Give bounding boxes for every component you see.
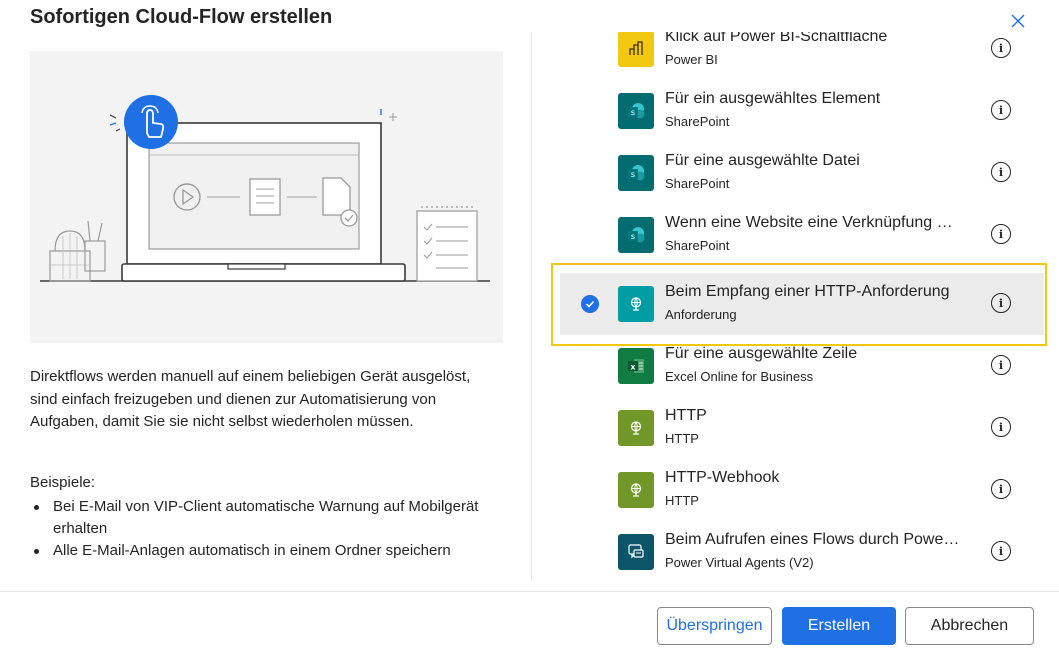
svg-text:x: x [630, 363, 636, 372]
trigger-name: HTTP [665, 407, 707, 424]
close-button[interactable] [1006, 9, 1030, 33]
trigger-name: Für eine ausgewählte Datei [665, 152, 860, 169]
selected-check-icon [581, 295, 599, 313]
trigger-name: Für ein ausgewähltes Element [665, 90, 881, 107]
trigger-item-website-link[interactable]: s Wenn eine Website eine Verknüpfung … S… [560, 204, 1044, 266]
svg-text:s: s [631, 170, 635, 179]
excel-icon: x [618, 348, 654, 384]
trigger-item-selected-row[interactable]: x Für eine ausgewählte Zeile Excel Onlin… [560, 335, 1044, 397]
laptop-illustration [40, 95, 490, 282]
info-icon[interactable]: i [991, 100, 1011, 120]
sharepoint-icon: s [618, 155, 654, 191]
info-icon[interactable]: i [991, 38, 1011, 58]
skip-button[interactable]: Überspringen [657, 607, 772, 645]
trigger-item-selected-file[interactable]: s Für eine ausgewählte Datei SharePoint … [560, 142, 1044, 204]
trigger-name: Beim Aufrufen eines Flows durch Powe… [665, 531, 960, 548]
power-bi-icon [618, 32, 654, 67]
info-icon[interactable]: i [991, 355, 1011, 375]
trigger-item-power-bi[interactable]: Klick auf Power BI-Schaltfläche Power BI… [560, 32, 1044, 80]
instant-flow-illustration [30, 51, 503, 343]
trigger-item-http-request[interactable]: Beim Empfang einer HTTP-Anforderung Anfo… [560, 273, 1044, 335]
sharepoint-icon: s [618, 93, 654, 129]
trigger-connector: Power BI [665, 52, 718, 67]
sharepoint-icon: s [618, 217, 654, 253]
info-icon[interactable]: i [991, 162, 1011, 182]
examples-list: Bei E-Mail von VIP-Client automatische W… [30, 496, 510, 562]
example-item: Bei E-Mail von VIP-Client automatische W… [30, 496, 510, 540]
trigger-item-power-virtual-agents[interactable]: Beim Aufrufen eines Flows durch Powe… Po… [560, 521, 1044, 580]
trigger-item-http-webhook[interactable]: HTTP-Webhook HTTP i [560, 459, 1044, 521]
trigger-connector: Anforderung [665, 307, 737, 322]
trigger-connector: SharePoint [665, 114, 730, 129]
trigger-connector: SharePoint [665, 238, 730, 253]
trigger-connector: SharePoint [665, 176, 730, 191]
trigger-name: HTTP-Webhook [665, 469, 780, 486]
http-globe-icon [618, 472, 654, 508]
trigger-item-selected-item[interactable]: s Für ein ausgewähltes Element SharePoin… [560, 80, 1044, 142]
http-globe-icon [618, 410, 654, 446]
create-button[interactable]: Erstellen [782, 607, 896, 645]
dialog-title: Sofortigen Cloud-Flow erstellen [30, 6, 333, 28]
power-virtual-agents-icon [618, 534, 654, 570]
trigger-list[interactable]: Klick auf Power BI-Schaltfläche Power BI… [552, 32, 1050, 580]
trigger-name: Für eine ausgewählte Zeile [665, 345, 858, 362]
examples-heading: Beispiele: [30, 474, 96, 491]
trigger-name: Klick auf Power BI-Schaltfläche [665, 32, 888, 45]
trigger-connector: HTTP [665, 493, 699, 508]
close-icon [1011, 14, 1025, 28]
flow-description: Direktflows werden manuell auf einem bel… [30, 368, 471, 430]
svg-text:s: s [631, 232, 635, 241]
info-icon[interactable]: i [991, 293, 1011, 313]
panel-divider [531, 32, 532, 581]
request-globe-icon [618, 286, 654, 322]
trigger-item-http[interactable]: HTTP HTTP i [560, 397, 1044, 459]
svg-text:s: s [631, 108, 635, 117]
info-icon[interactable]: i [991, 541, 1011, 561]
example-item: Alle E-Mail-Anlagen automatisch in einem… [30, 540, 510, 562]
info-icon[interactable]: i [991, 224, 1011, 244]
trigger-name: Wenn eine Website eine Verknüpfung … [665, 214, 953, 231]
trigger-connector: HTTP [665, 431, 699, 446]
footer-divider [0, 591, 1059, 592]
trigger-connector: Power Virtual Agents (V2) [665, 555, 814, 570]
info-icon[interactable]: i [991, 479, 1011, 499]
info-icon[interactable]: i [991, 417, 1011, 437]
trigger-name: Beim Empfang einer HTTP-Anforderung [665, 283, 950, 300]
trigger-connector: Excel Online for Business [665, 369, 814, 384]
cancel-button[interactable]: Abbrechen [905, 607, 1034, 645]
